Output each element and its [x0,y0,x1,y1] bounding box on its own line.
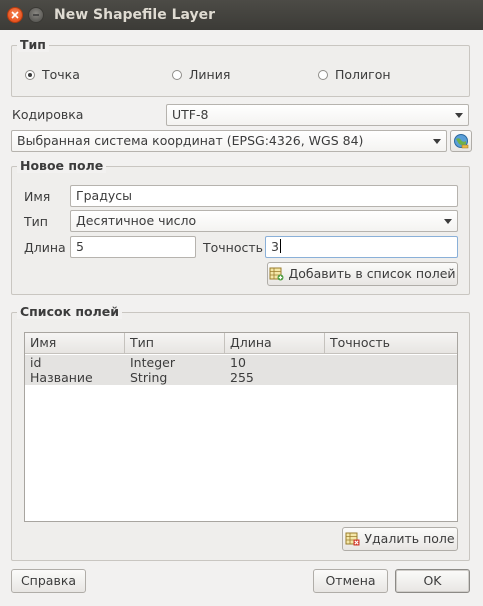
column-header-length[interactable]: Длина [225,333,325,353]
window-title: New Shapefile Layer [54,7,216,23]
column-header-precision[interactable]: Точность [325,333,457,353]
delete-field-label: Удалить поле [364,531,455,546]
crs-value: Выбранная система координат (EPSG:4326, … [17,133,364,148]
close-icon [11,11,19,19]
select-crs-button[interactable] [450,130,472,152]
radio-line[interactable]: Линия [172,67,230,82]
field-name-label: Имя [24,189,51,204]
table-row[interactable]: Название String 255 [25,370,457,385]
globe-icon [454,134,469,149]
close-window-button[interactable] [7,7,23,23]
cell-length: 10 [230,355,246,370]
type-group-title: Тип [17,37,49,52]
cancel-label: Отмена [325,573,376,588]
table-row[interactable]: id Integer 10 [25,355,457,370]
delete-field-button[interactable]: Удалить поле [342,527,458,551]
field-length-value: 5 [76,239,84,254]
radio-point-indicator [25,69,35,80]
text-caret [279,239,281,253]
cell-type: String [130,370,168,385]
table-add-icon [269,267,284,281]
field-name-input[interactable]: Градусы [70,185,458,207]
field-type-label: Тип [24,214,48,229]
new-shapefile-layer-dialog: New Shapefile Layer Тип Точка Линия Поли… [0,0,483,606]
column-header-type[interactable]: Тип [125,333,225,353]
radio-polygon[interactable]: Полигон [318,67,391,82]
ok-label: OK [423,573,442,588]
radio-line-indicator [172,69,182,80]
field-length-label: Длина [24,240,66,255]
field-precision-label: Точность [203,240,264,255]
minimize-window-button[interactable] [28,7,44,23]
encoding-value: UTF-8 [172,107,209,122]
encoding-select[interactable]: UTF-8 [166,104,469,126]
help-button[interactable]: Справка [11,569,86,593]
field-precision-value: 3 [271,239,279,254]
field-length-input[interactable]: 5 [70,236,196,258]
chevron-down-icon [455,113,463,118]
add-to-fields-button[interactable]: Добавить в список полей [267,262,458,286]
table-delete-icon [345,532,360,546]
table-header: Имя Тип Длина Точность [25,333,457,354]
cell-length: 255 [230,370,254,385]
fields-table[interactable]: Имя Тип Длина Точность id Integer 10 Наз… [24,332,458,522]
field-type-value: Десятичное число [76,213,197,228]
add-to-fields-label: Добавить в список полей [288,266,456,281]
cell-type: Integer [130,355,175,370]
field-list-group-title: Список полей [17,304,123,319]
crs-select[interactable]: Выбранная система координат (EPSG:4326, … [11,130,447,152]
new-field-group-title: Новое поле [17,158,107,173]
radio-point-label: Точка [42,67,80,82]
title-bar[interactable]: New Shapefile Layer [0,0,483,30]
ok-button[interactable]: OK [395,569,470,593]
field-type-select[interactable]: Десятичное число [70,210,458,232]
encoding-label: Кодировка [12,107,84,122]
field-name-value: Градусы [76,188,132,203]
radio-point[interactable]: Точка [25,67,80,82]
radio-polygon-indicator [318,69,328,80]
column-header-name[interactable]: Имя [25,333,125,353]
cell-name: Название [30,370,93,385]
help-label: Справка [20,573,77,588]
radio-polygon-label: Полигон [335,67,391,82]
cancel-button[interactable]: Отмена [313,569,388,593]
field-precision-input[interactable]: 3 [265,236,458,258]
cell-name: id [30,355,42,370]
chevron-down-icon [444,219,452,224]
chevron-down-icon [433,139,441,144]
minimize-icon [33,14,39,16]
radio-line-label: Линия [189,67,231,82]
